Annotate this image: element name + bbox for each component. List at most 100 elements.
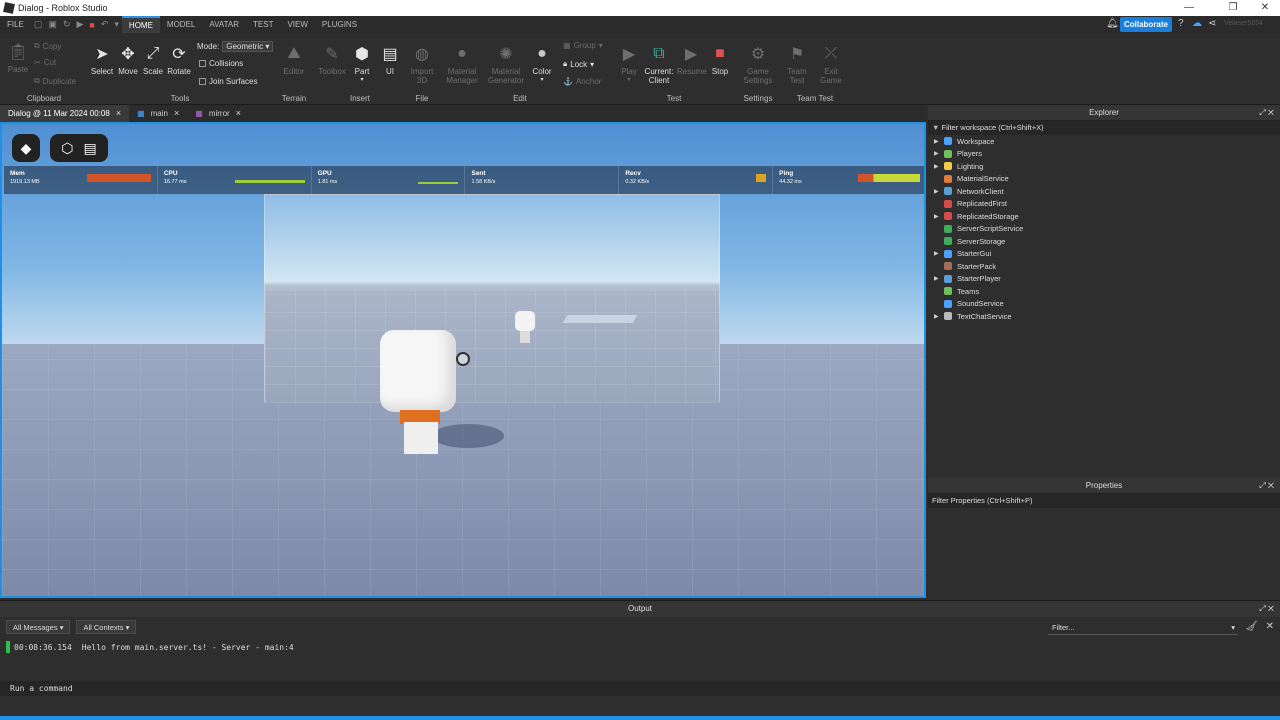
explorer-item-players[interactable]: ▶ Players [928,148,1280,161]
stat-sent[interactable]: Sent 1.58 KB/s [465,166,620,194]
cloud-icon[interactable]: ☁ [1192,18,1202,29]
current-client-button[interactable]: ⧉ Current: Client [642,43,676,85]
part-dropdown-icon[interactable]: ▾ [350,76,374,83]
explorer-item-serverscriptservice[interactable]: ServerScriptService [928,223,1280,236]
help-icon[interactable]: ? [1178,18,1184,29]
clear-output-broom-icon[interactable]: 🧹︎ [1245,621,1258,632]
minimize-button[interactable]: — [1176,0,1202,16]
output-filter-input[interactable]: Filter... ▾ [1048,621,1238,635]
expand-arrow-icon[interactable]: ▶ [934,250,944,257]
move-tool-button[interactable]: ✥ Move [116,43,140,76]
material-generator-button[interactable]: ✺ Material Generator [486,43,526,85]
join-surfaces-toggle[interactable]: Join Surfaces [199,77,257,86]
expand-arrow-icon[interactable]: ▶ [934,275,944,282]
paste-button[interactable]: 📋︎ Paste [6,41,30,74]
team-test-button[interactable]: ⚑ Team Test [782,43,812,85]
file-menu[interactable]: FILE [0,16,31,33]
expand-arrow-icon[interactable]: ▶ [934,150,944,157]
select-tool-button[interactable]: ➤ Select [90,43,114,76]
close-tab-icon[interactable]: × [236,105,241,122]
explorer-item-replicatedfirst[interactable]: ReplicatedFirst [928,198,1280,211]
explorer-item-teams[interactable]: Teams [928,285,1280,298]
share-icon[interactable]: ⋖ [1208,18,1216,29]
tab-mirror-script[interactable]: ▦ mirror × [187,105,249,122]
play-quick-icon[interactable]: ▶ [76,19,83,30]
game-viewport[interactable]: ◆ ⬡ ▤ Mem 1919.13 MB CPU 16.77 ms GPU 1.81 m… [0,122,926,598]
stop-button[interactable]: ■ Stop [708,43,732,76]
tab-plugins[interactable]: PLUGINS [315,16,364,33]
stat-cpu[interactable]: CPU 16.77 ms [158,166,312,194]
redo-icon[interactable]: ↻ [63,19,71,30]
explorer-item-startergui[interactable]: ▶ StarterGui [928,248,1280,261]
contexts-filter-dropdown[interactable]: All Contexts ▾ [76,620,137,634]
new-file-icon[interactable]: ▢ [34,19,43,30]
explorer-item-replicatedstorage[interactable]: ▶ ReplicatedStorage [928,210,1280,223]
messages-filter-dropdown[interactable]: All Messages ▾ [6,620,71,634]
close-output-icon[interactable]: ✕ [1266,621,1274,632]
mode-selector[interactable]: Mode: Geometric ▾ [197,41,274,52]
close-tab-icon[interactable]: × [174,105,179,122]
explorer-item-workspace[interactable]: ▶ Workspace [928,135,1280,148]
customize-quick-access-icon[interactable]: ▾ [114,19,119,30]
explorer-item-textchatservice[interactable]: ▶ TextChatService [928,310,1280,323]
group-button[interactable]: ▦ Group ▾ [563,41,603,50]
anchor-button[interactable]: ⚓ Anchor [563,77,601,86]
stat-recv[interactable]: Recv 0.32 KB/s [619,166,774,194]
username-label[interactable]: Velaser5654 [1224,20,1263,27]
tab-main-script[interactable]: ▦ main × [129,105,187,122]
properties-filter[interactable]: Filter Properties (Ctrl+Shift+P) [928,494,1280,508]
tab-dialog-session[interactable]: Dialog @ 11 Mar 2024 00:08 × [0,105,130,122]
expand-arrow-icon[interactable]: ▶ [934,313,944,320]
game-settings-button[interactable]: ⚙ Game Settings [742,43,774,85]
explorer-item-starterplayer[interactable]: ▶ StarterPlayer [928,273,1280,286]
color-button[interactable]: ● Color ▾ [530,43,554,83]
collaborate-button[interactable]: Collaborate [1120,17,1172,32]
tab-avatar[interactable]: AVATAR [202,16,246,33]
expand-arrow-icon[interactable]: ▶ [934,163,944,170]
tab-model[interactable]: MODEL [160,16,202,33]
tab-home[interactable]: HOME [121,16,160,33]
properties-panel-controls[interactable]: ⤢ ✕ [1259,478,1274,494]
collisions-toggle[interactable]: Collisions [199,59,243,68]
explorer-filter[interactable]: ▼ Filter workspace (Ctrl+Shift+X) [928,121,1280,135]
terrain-editor-button[interactable]: ⛰ Editor [280,43,308,76]
output-panel-controls[interactable]: ⤢ ✕ [1259,601,1274,617]
mode-dropdown[interactable]: Geometric ▾ [222,41,274,52]
ui-button[interactable]: ▤ UI [378,43,402,76]
explorer-item-serverstorage[interactable]: ServerStorage [928,235,1280,248]
maximize-button[interactable]: ❐ [1220,0,1246,16]
scale-tool-button[interactable]: ⤢ Scale [141,43,165,76]
cut-button[interactable]: ✂ Cut [34,58,56,67]
exit-game-button[interactable]: ⤫ Exit Game [816,43,846,85]
stat-ping[interactable]: Ping 44.32 ms [773,166,924,194]
stat-mem[interactable]: Mem 1919.13 MB [4,166,158,194]
duplicate-button[interactable]: ⧉ Duplicate [34,76,76,86]
chat-log-icon[interactable]: ▤ [84,140,97,157]
explorer-panel-controls[interactable]: ⤢ ✕ [1259,105,1274,121]
tab-test[interactable]: TEST [246,16,280,33]
explorer-item-lighting[interactable]: ▶ Lighting [928,160,1280,173]
material-manager-button[interactable]: ● Material Manager [444,43,480,85]
command-bar-input[interactable]: Run a command [0,681,1280,696]
stop-quick-icon[interactable]: ■ [89,20,94,30]
rotate-tool-button[interactable]: ⟳ Rotate [166,43,192,76]
stat-gpu[interactable]: GPU 1.81 ms [312,166,466,194]
resume-button[interactable]: ▶ Resume [677,43,707,76]
explorer-item-networkclient[interactable]: ▶ NetworkClient [928,185,1280,198]
save-icon[interactable]: ▣ [48,19,57,30]
collisions-checkbox[interactable] [199,60,206,67]
explorer-item-materialservice[interactable]: MaterialService [928,173,1280,186]
undo-icon[interactable]: ↶ [101,19,109,30]
play-button[interactable]: ▶ Play ▾ [618,43,640,83]
join-surfaces-checkbox[interactable] [199,78,206,85]
close-window-button[interactable]: ✕ [1252,0,1278,16]
color-dropdown-icon[interactable]: ▾ [530,76,554,83]
close-tab-icon[interactable]: × [116,105,121,122]
import-3d-button[interactable]: ◍ Import 3D [408,43,436,85]
lock-button[interactable]: 🔒︎ Lock ▾ [563,59,594,69]
explorer-item-starterpack[interactable]: StarterPack [928,260,1280,273]
toolbox-button[interactable]: ✎ Toolbox [316,43,348,76]
expand-arrow-icon[interactable]: ▶ [934,213,944,220]
copy-button[interactable]: ⧉ Copy [34,41,61,51]
expand-arrow-icon[interactable]: ▶ [934,188,944,195]
